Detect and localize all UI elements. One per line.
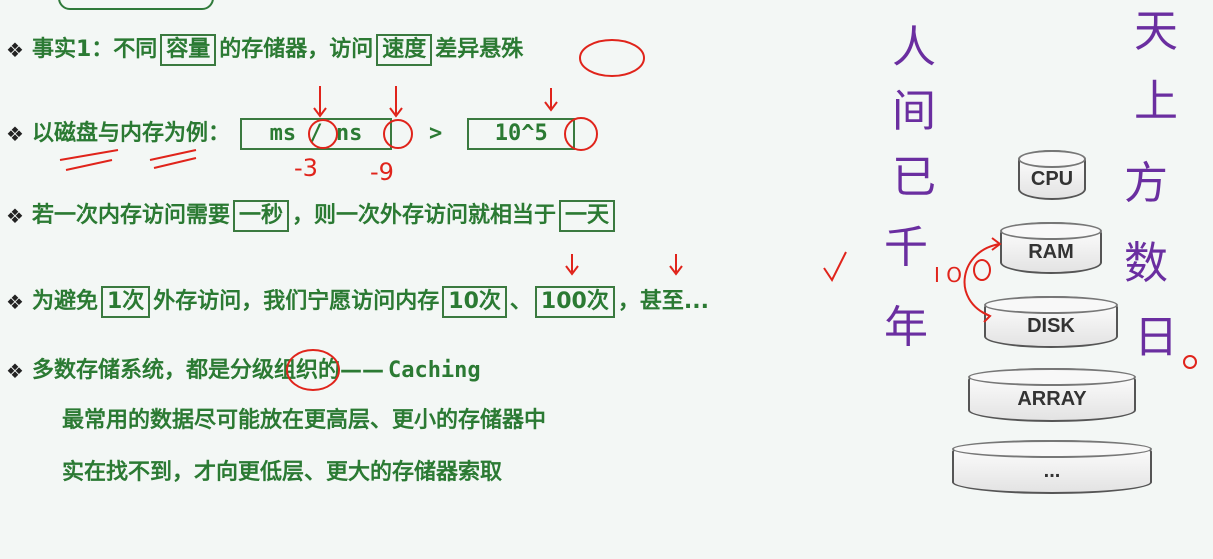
io-o <box>973 259 991 281</box>
poem-col2-4: 数 <box>1124 238 1168 289</box>
line4-mid: 外存访问，我们宁愿访问内存 <box>153 289 440 314</box>
poem-col2-1: 天 <box>1134 6 1178 57</box>
hierarchy-ram: RAM <box>1000 222 1102 274</box>
ns-exponent: -9 <box>370 158 394 186</box>
bullet-line-1: ❖ 事实1：不同 容量 的存储器，访问 速度 差异悬殊 <box>6 34 523 66</box>
hierarchy-array: ARRAY <box>968 368 1136 422</box>
line1-post: 差异悬殊 <box>435 37 524 62</box>
bullet-icon: ❖ <box>6 38 24 62</box>
line4-pre: 为避免 <box>31 289 98 314</box>
poem-col1-2: 间 <box>892 86 936 137</box>
line1-box-capacity: 容量 <box>160 34 217 66</box>
arrow-ms <box>313 86 327 118</box>
bullet-line-2: ❖ 以磁盘与内存为例： ms / ns > 10^5 <box>6 118 578 150</box>
bullet-icon: ❖ <box>6 204 24 228</box>
line4-sep: 、 <box>509 289 532 314</box>
poem-col1-1: 人 <box>892 22 936 73</box>
check-mark <box>823 251 847 282</box>
arrow-100x <box>669 254 683 276</box>
underline-mem <box>149 149 197 169</box>
arrow-10x <box>565 254 579 276</box>
header-tab-outline <box>58 0 214 10</box>
line3-box-day: 一天 <box>558 200 615 232</box>
line3-mid: ，则一次外存访问就相当于 <box>291 203 556 228</box>
line1-box-speed: 速度 <box>376 34 433 66</box>
line5-caching: Caching <box>387 358 481 383</box>
line4-box-10: 10次 <box>442 286 507 318</box>
poem-col1-5: 年 <box>884 302 928 353</box>
arrow-ns <box>389 86 403 118</box>
bullet-icon: ❖ <box>6 290 24 314</box>
circle-xuanshu <box>579 39 645 77</box>
poem-col1-3: 已 <box>892 152 936 203</box>
arrow-10-5 <box>544 88 558 112</box>
line5-pre: 多数存储系统，都是分级组织的—— <box>31 358 384 383</box>
hierarchy-disk: DISK <box>984 296 1118 348</box>
bullet-line-4: ❖ 为避免 1次 外存访问，我们宁愿访问内存 10次 、 100次 ，甚至... <box>6 286 709 318</box>
line2-pre: 以磁盘与内存为例： <box>31 121 230 146</box>
line2-greater-than: > <box>428 121 443 146</box>
line3-box-second: 一秒 <box>232 200 289 232</box>
hierarchy-more: ... <box>952 440 1152 494</box>
line1-pre: 事实1：不同 <box>31 37 158 62</box>
bullet-line-3: ❖ 若一次内存访问需要 一秒 ，则一次外存访问就相当于 一天 <box>6 200 618 232</box>
bullet-icon: ❖ <box>6 122 24 146</box>
line1-mid: 的存储器，访问 <box>219 37 374 62</box>
sub-line-1: 最常用的数据尽可能放在更高层、更小的存储器中 <box>62 408 547 433</box>
line2-box-ratio: 10^5 <box>467 118 576 150</box>
io-arrow-head-top <box>991 237 1002 251</box>
line4-post: ，甚至... <box>617 289 709 314</box>
ms-exponent: -3 <box>294 154 318 182</box>
line4-box-once: 1次 <box>100 286 151 318</box>
poem-col1-4: 千 <box>884 222 928 273</box>
line2-box-units: ms / ns <box>239 118 392 150</box>
line3-pre: 若一次内存访问需要 <box>31 203 230 228</box>
bullet-icon: ❖ <box>6 359 24 383</box>
hierarchy-cpu: CPU <box>1018 150 1086 200</box>
poem-col2-5: 日 <box>1134 312 1178 363</box>
cursor-dot <box>1183 355 1197 369</box>
sub-line-2: 实在找不到，才向更低层、更大的存储器索取 <box>62 460 503 485</box>
poem-col2-3: 方 <box>1124 158 1168 209</box>
line4-box-100: 100次 <box>534 286 615 318</box>
underline-disk <box>59 149 119 171</box>
poem-col2-2: 上 <box>1134 76 1178 127</box>
io-label: I O <box>934 263 962 287</box>
bullet-line-5: ❖ 多数存储系统，都是分级组织的—— Caching <box>6 356 481 386</box>
